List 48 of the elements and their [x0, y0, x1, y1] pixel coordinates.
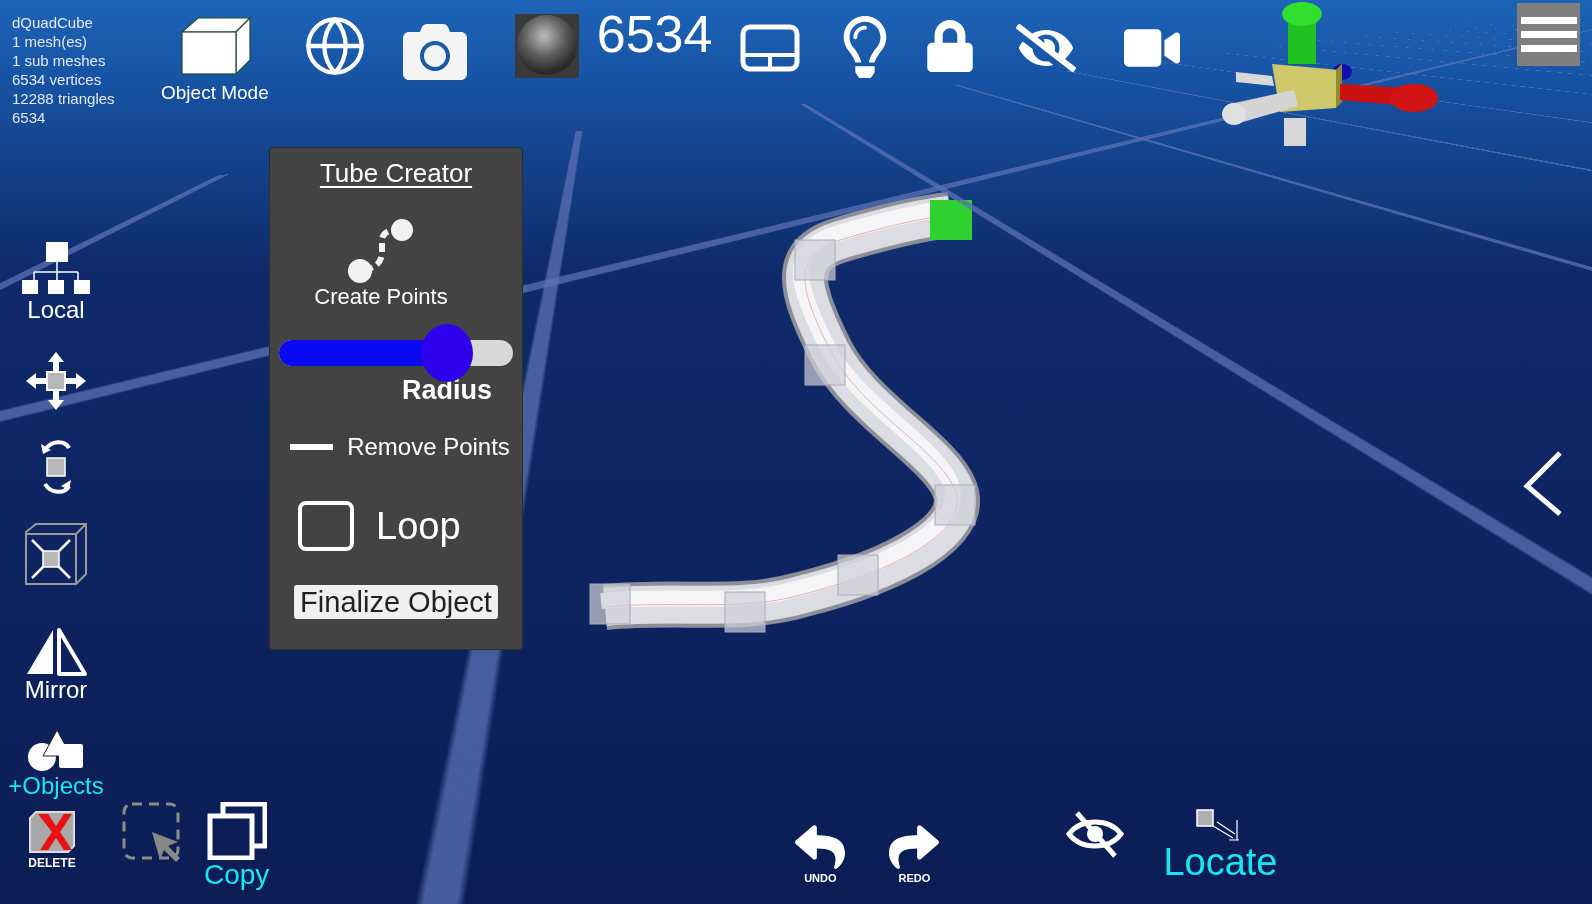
redo-button[interactable]: REDO	[889, 822, 940, 884]
redo-arrow-icon	[889, 822, 940, 872]
copy-icon	[206, 802, 267, 860]
rotate-icon	[39, 438, 73, 496]
scale-button[interactable]	[24, 522, 88, 586]
chevron-left-icon[interactable]	[1522, 450, 1564, 518]
delete-button[interactable]: DELETE	[28, 810, 76, 870]
eye-slash-icon	[1065, 810, 1126, 858]
undo-arrow-icon	[795, 822, 846, 872]
cube-icon	[177, 16, 252, 76]
stats-text: 1 mesh(es)	[12, 32, 89, 51]
rotate-button[interactable]	[39, 438, 73, 496]
stats-text: 1 sub meshes	[12, 51, 107, 70]
stats-text: 6534 vertices	[12, 70, 103, 89]
stats-text: 6534	[12, 108, 47, 127]
create-points-button[interactable]: Create Points	[314, 218, 448, 310]
locate-button[interactable]: Locate	[1163, 806, 1278, 882]
remove-points-button[interactable]: Remove Points	[290, 433, 510, 461]
stats-text: 12288 triangles	[12, 89, 116, 108]
selection-cursor-icon	[122, 802, 182, 862]
touchpad-button[interactable]	[740, 24, 801, 72]
undo-button[interactable]: UNDO	[795, 822, 846, 884]
shapes-icon	[27, 730, 85, 772]
loop-checkbox[interactable]	[298, 501, 354, 551]
copy-button[interactable]: Copy	[204, 802, 270, 890]
scale-icon	[24, 522, 88, 586]
visibility-button[interactable]	[1065, 810, 1126, 858]
panel-title: Tube Creator	[319, 158, 473, 189]
finalize-object-button[interactable]: Finalize Object	[294, 585, 498, 619]
curve-points-icon	[346, 218, 416, 284]
select-button[interactable]	[122, 802, 182, 862]
stats-text: dQuadCube	[12, 13, 94, 32]
menu-button[interactable]	[1517, 3, 1580, 66]
sphere-icon	[514, 14, 579, 78]
delete-cube-icon	[28, 810, 76, 854]
loop-label: Loop	[376, 504, 461, 548]
hierarchy-icon	[20, 240, 92, 296]
mirror-icon	[25, 628, 87, 676]
material-button[interactable]	[514, 14, 579, 78]
vertex-count-text: 6534	[596, 4, 713, 64]
move-icon	[24, 350, 88, 412]
mirror-button[interactable]: Mirror	[24, 628, 88, 704]
add-objects-button[interactable]: +Objects	[8, 730, 104, 800]
radius-label: Radius	[401, 375, 492, 406]
local-button[interactable]: Local	[20, 240, 92, 324]
touchpad-icon	[740, 24, 801, 72]
move-button[interactable]	[24, 350, 88, 412]
object-mode-button[interactable]: Object Mode	[161, 16, 269, 104]
